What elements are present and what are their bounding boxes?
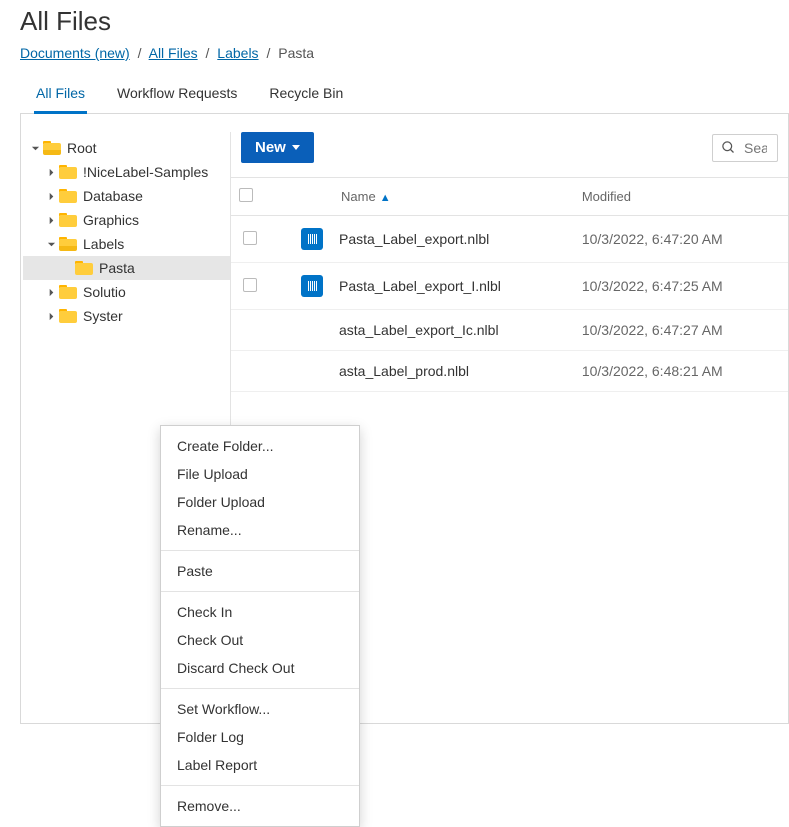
menu-set-workflow[interactable]: Set Workflow...: [161, 695, 359, 723]
breadcrumb-link[interactable]: Documents (new): [20, 45, 130, 61]
file-name[interactable]: asta_Label_export_Ic.nlbl: [331, 310, 574, 351]
file-name[interactable]: asta_Label_prod.nlbl: [331, 351, 574, 392]
menu-label-report[interactable]: Label Report: [161, 751, 359, 779]
breadcrumb-sep: /: [266, 45, 270, 61]
folder-icon: [59, 237, 77, 251]
row-checkbox[interactable]: [243, 278, 257, 292]
caret-right-icon[interactable]: [45, 190, 57, 202]
chevron-down-icon: [292, 145, 300, 150]
caret-right-icon[interactable]: [45, 310, 57, 322]
tab-all-files[interactable]: All Files: [34, 75, 87, 113]
file-modified: 10/3/2022, 6:48:21 AM: [574, 351, 788, 392]
menu-paste[interactable]: Paste: [161, 557, 359, 585]
menu-folder-log[interactable]: Folder Log: [161, 723, 359, 751]
tree-label: Labels: [83, 236, 124, 252]
folder-icon: [59, 213, 77, 227]
menu-divider: [161, 550, 359, 551]
menu-rename[interactable]: Rename...: [161, 516, 359, 544]
menu-divider: [161, 785, 359, 786]
folder-icon: [75, 261, 93, 275]
menu-divider: [161, 688, 359, 689]
page-title: All Files: [20, 6, 789, 37]
column-modified[interactable]: Modified: [574, 178, 788, 216]
menu-discard-check-out[interactable]: Discard Check Out: [161, 654, 359, 682]
sort-asc-icon: ▲: [380, 192, 391, 204]
tab-workflow-requests[interactable]: Workflow Requests: [115, 75, 239, 113]
tree-item[interactable]: Database: [23, 184, 230, 208]
file-name[interactable]: Pasta_Label_export.nlbl: [331, 216, 574, 263]
menu-create-folder[interactable]: Create Folder...: [161, 432, 359, 460]
tree-item[interactable]: !NiceLabel-Samples: [23, 160, 230, 184]
menu-check-out[interactable]: Check Out: [161, 626, 359, 654]
column-name[interactable]: Name▲: [331, 178, 574, 216]
tab-recycle-bin[interactable]: Recycle Bin: [267, 75, 345, 113]
tabs: All Files Workflow Requests Recycle Bin: [20, 75, 789, 114]
label-file-icon: [301, 275, 323, 297]
menu-check-in[interactable]: Check In: [161, 598, 359, 626]
search-icon: [721, 140, 736, 155]
tree-item[interactable]: Solutio: [23, 280, 230, 304]
menu-folder-upload[interactable]: Folder Upload: [161, 488, 359, 516]
table-row[interactable]: Pasta_Label_export.nlbl 10/3/2022, 6:47:…: [231, 216, 788, 263]
folder-icon: [59, 285, 77, 299]
folder-icon: [59, 309, 77, 323]
tree-label: Root: [67, 140, 97, 156]
menu-divider: [161, 591, 359, 592]
breadcrumb: Documents (new) / All Files / Labels / P…: [20, 45, 789, 61]
caret-right-icon[interactable]: [45, 286, 57, 298]
tree-label: Pasta: [99, 260, 135, 276]
caret-down-icon[interactable]: [29, 142, 41, 154]
table-row[interactable]: asta_Label_export_Ic.nlbl 10/3/2022, 6:4…: [231, 310, 788, 351]
folder-icon: [59, 189, 77, 203]
tree-label: Solutio: [83, 284, 126, 300]
breadcrumb-link[interactable]: All Files: [149, 45, 198, 61]
menu-remove[interactable]: Remove...: [161, 792, 359, 820]
tree-item[interactable]: Graphics: [23, 208, 230, 232]
breadcrumb-sep: /: [206, 45, 210, 61]
caret-right-icon[interactable]: [45, 214, 57, 226]
table-row[interactable]: asta_Label_prod.nlbl 10/3/2022, 6:48:21 …: [231, 351, 788, 392]
breadcrumb-sep: /: [138, 45, 142, 61]
tree-label: Graphics: [83, 212, 139, 228]
file-name[interactable]: Pasta_Label_export_I.nlbl: [331, 263, 574, 310]
folder-icon: [59, 165, 77, 179]
tree-item-root[interactable]: Root: [23, 136, 230, 160]
tree-label: !NiceLabel-Samples: [83, 164, 208, 180]
tree-item-pasta[interactable]: Pasta: [23, 256, 230, 280]
search-input[interactable]: [742, 139, 769, 157]
caret-down-icon[interactable]: [45, 238, 57, 250]
file-grid: Name▲ Modified Pasta_Label_export.nlbl 1…: [231, 177, 788, 392]
breadcrumb-link[interactable]: Labels: [217, 45, 258, 61]
file-modified: 10/3/2022, 6:47:25 AM: [574, 263, 788, 310]
file-modified: 10/3/2022, 6:47:20 AM: [574, 216, 788, 263]
tree-item-labels[interactable]: Labels: [23, 232, 230, 256]
menu-file-upload[interactable]: File Upload: [161, 460, 359, 488]
folder-icon: [43, 141, 61, 155]
table-row[interactable]: Pasta_Label_export_I.nlbl 10/3/2022, 6:4…: [231, 263, 788, 310]
caret-right-icon[interactable]: [45, 166, 57, 178]
tree-item[interactable]: Syster: [23, 304, 230, 328]
context-menu: Create Folder... File Upload Folder Uplo…: [160, 425, 360, 827]
tree-label: Database: [83, 188, 143, 204]
breadcrumb-current: Pasta: [278, 45, 314, 61]
search-box[interactable]: [712, 134, 778, 162]
tree-label: Syster: [83, 308, 123, 324]
file-modified: 10/3/2022, 6:47:27 AM: [574, 310, 788, 351]
row-checkbox[interactable]: [243, 231, 257, 245]
new-button-label: New: [255, 139, 286, 156]
select-all-checkbox[interactable]: [239, 188, 253, 202]
label-file-icon: [301, 228, 323, 250]
new-button[interactable]: New: [241, 132, 314, 163]
